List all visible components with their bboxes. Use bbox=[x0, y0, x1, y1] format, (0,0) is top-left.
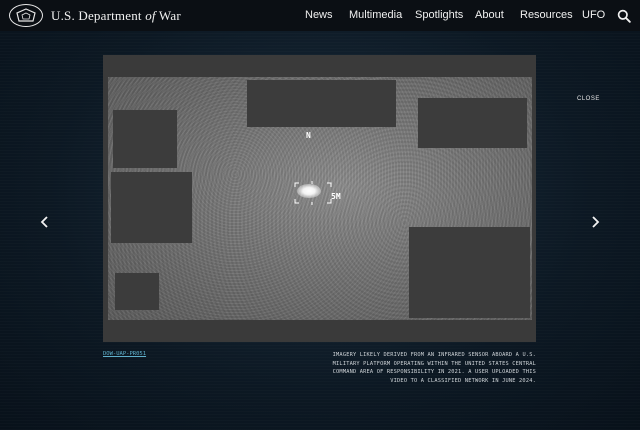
pentagon-seal-icon[interactable] bbox=[9, 4, 43, 27]
redaction-block bbox=[113, 110, 177, 168]
redaction-block bbox=[115, 273, 159, 310]
media-id-link[interactable]: DOW-UAP-PR051 bbox=[103, 351, 146, 357]
close-button[interactable]: CLOSE bbox=[577, 96, 600, 102]
target-reticle bbox=[294, 181, 332, 205]
nav-resources[interactable]: Resources bbox=[520, 0, 573, 31]
brand-italic: of bbox=[145, 8, 156, 23]
chevron-right-icon[interactable] bbox=[588, 215, 602, 229]
redaction-block bbox=[247, 80, 396, 127]
nav-multimedia[interactable]: Multimedia bbox=[349, 0, 402, 31]
nav-about[interactable]: About bbox=[475, 0, 504, 31]
redaction-block bbox=[418, 98, 527, 148]
search-icon[interactable] bbox=[617, 9, 631, 23]
redaction-block bbox=[111, 172, 192, 243]
nav-ufo[interactable]: UFO bbox=[582, 0, 605, 31]
site-header: U.S. Department of War News Multimedia S… bbox=[0, 0, 640, 31]
media-caption: IMAGERY LIKELY DERIVED FROM AN INFRARED … bbox=[332, 352, 536, 385]
site-brand[interactable]: U.S. Department of War bbox=[51, 8, 181, 24]
redaction-block bbox=[409, 227, 530, 318]
brand-prefix: U.S. Department bbox=[51, 8, 146, 23]
hud-target-label: 5M bbox=[331, 192, 341, 201]
brand-suffix: War bbox=[155, 8, 181, 23]
chevron-left-icon[interactable] bbox=[38, 215, 52, 229]
nav-spotlights[interactable]: Spotlights bbox=[415, 0, 463, 31]
hud-heading-marker: N bbox=[306, 131, 311, 140]
nav-news[interactable]: News bbox=[305, 0, 333, 31]
